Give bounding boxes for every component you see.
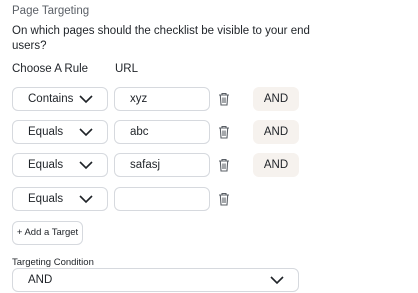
rule-row: Equals safasj AND <box>12 153 312 179</box>
rule-select-value: Contains <box>28 93 74 105</box>
rule-select-value: Equals <box>28 126 64 138</box>
rule-select[interactable]: Equals <box>12 120 108 144</box>
trash-icon[interactable] <box>218 125 230 139</box>
and-button[interactable]: AND <box>253 153 299 177</box>
rule-row: Equals <box>12 187 312 213</box>
url-input[interactable]: abc <box>114 120 210 144</box>
chevron-down-icon <box>79 128 93 137</box>
targeting-condition-select[interactable]: AND <box>12 268 299 292</box>
targeting-condition-value: AND <box>28 274 53 286</box>
rule-select[interactable]: Equals <box>12 153 108 177</box>
rule-select[interactable]: Equals <box>12 187 108 211</box>
chevron-down-icon <box>79 95 93 104</box>
chevron-down-icon <box>79 195 93 204</box>
rule-select[interactable]: Contains <box>12 87 108 111</box>
trash-icon[interactable] <box>218 158 230 172</box>
chevron-down-icon <box>270 276 284 285</box>
column-header-url: URL <box>115 63 139 75</box>
rule-row: Contains xyz AND <box>12 87 312 113</box>
url-input-value: abc <box>130 126 149 138</box>
url-input[interactable] <box>114 187 210 211</box>
rule-select-value: Equals <box>28 193 64 205</box>
url-input[interactable]: xyz <box>114 87 210 111</box>
and-button[interactable]: AND <box>253 120 299 144</box>
column-header-rule: Choose A Rule <box>12 63 89 75</box>
targeting-condition-label: Targeting Condition <box>12 257 94 268</box>
trash-icon[interactable] <box>218 92 230 106</box>
section-title: Page Targeting <box>12 5 90 17</box>
and-button[interactable]: AND <box>253 87 299 111</box>
chevron-down-icon <box>79 161 93 170</box>
rule-select-value: Equals <box>28 159 64 171</box>
url-input[interactable]: safasj <box>114 153 210 177</box>
url-input-value: safasj <box>130 159 161 171</box>
rule-row: Equals abc AND <box>12 120 312 146</box>
url-input-value: xyz <box>130 93 148 105</box>
trash-icon[interactable] <box>218 192 230 206</box>
page-question: On which pages should the checklist be v… <box>12 25 310 52</box>
add-target-button[interactable]: + Add a Target <box>12 221 83 245</box>
